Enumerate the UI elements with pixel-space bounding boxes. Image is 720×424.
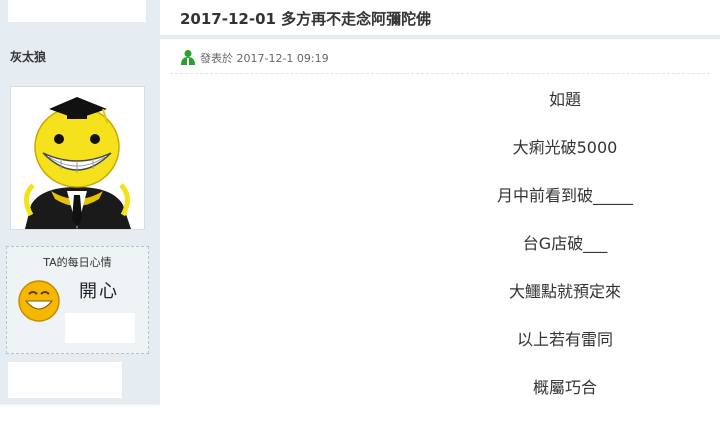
grinning-face-icon	[17, 279, 61, 327]
meta-divider	[170, 73, 710, 75]
post-line: 以上若有雷同	[516, 330, 613, 349]
mood-blank-area	[65, 313, 135, 343]
koro-sensei-avatar-image	[24, 97, 131, 229]
post-line: 台G店破___	[522, 234, 608, 253]
title-divider	[160, 35, 720, 39]
post-line: 月中前看到破_____	[496, 186, 633, 205]
post-line: 如題	[548, 90, 581, 109]
sidebar-bottom-panel	[8, 362, 122, 398]
author-username[interactable]: 灰太狼	[10, 48, 46, 65]
avatar[interactable]	[10, 86, 145, 230]
mood-text: 開心	[79, 281, 119, 302]
post-line: 大痢光破5000	[512, 138, 618, 157]
daily-mood-panel: TA的每日心情 開心	[6, 246, 149, 354]
post-line: 概屬巧合	[532, 378, 597, 397]
post-timestamp: 發表於 2017-12-1 09:19	[200, 52, 329, 65]
sidebar-top-panel	[8, 0, 146, 22]
post-body: 如題 大痢光破5000 月中前看到破_____ 台G店破___ 大鱷點就預定來 …	[460, 88, 670, 424]
post-line: 大鱷點就預定來	[508, 282, 621, 301]
author-sidebar: 灰太狼 TA的每日心情 開心	[0, 0, 160, 405]
online-user-icon	[180, 49, 196, 69]
mood-title: TA的每日心情	[43, 256, 112, 269]
thread-title[interactable]: 2017-12-01 多方再不走念阿彌陀佛	[180, 8, 431, 29]
